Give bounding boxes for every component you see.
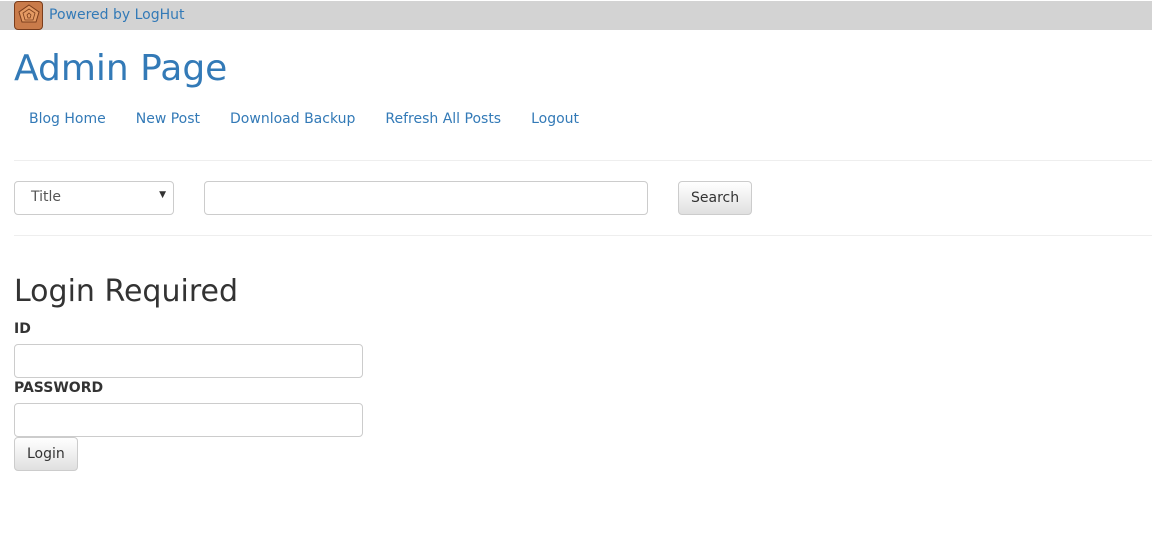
nav-refresh-all-posts[interactable]: Refresh All Posts [370,111,516,127]
password-input[interactable] [14,403,363,437]
page-title: Admin Page [14,48,228,89]
nav-logout[interactable]: Logout [516,111,594,127]
top-bar: Powered by LogHut [0,1,1152,30]
hut-icon [18,4,40,23]
id-input[interactable] [14,344,363,378]
login-button[interactable]: Login [14,437,78,471]
nav-new-post[interactable]: New Post [121,111,215,127]
divider [14,160,1152,161]
dropdown-arrow-icon: ▼ [159,190,166,200]
search-button[interactable]: Search [678,181,753,215]
loghut-logo [14,1,43,30]
login-title: Login Required [14,274,238,309]
search-input[interactable] [204,181,648,215]
admin-nav: Blog Home New Post Download Backup Refre… [14,111,594,127]
search-field-select[interactable]: Title ▼ [14,181,174,215]
id-label: ID [14,321,31,337]
powered-by-link[interactable]: Powered by LogHut [49,7,185,23]
nav-blog-home[interactable]: Blog Home [14,111,121,127]
nav-download-backup[interactable]: Download Backup [215,111,370,127]
password-label: PASSWORD [14,380,104,396]
divider [14,235,1152,236]
search-field-value: Title [31,189,62,205]
